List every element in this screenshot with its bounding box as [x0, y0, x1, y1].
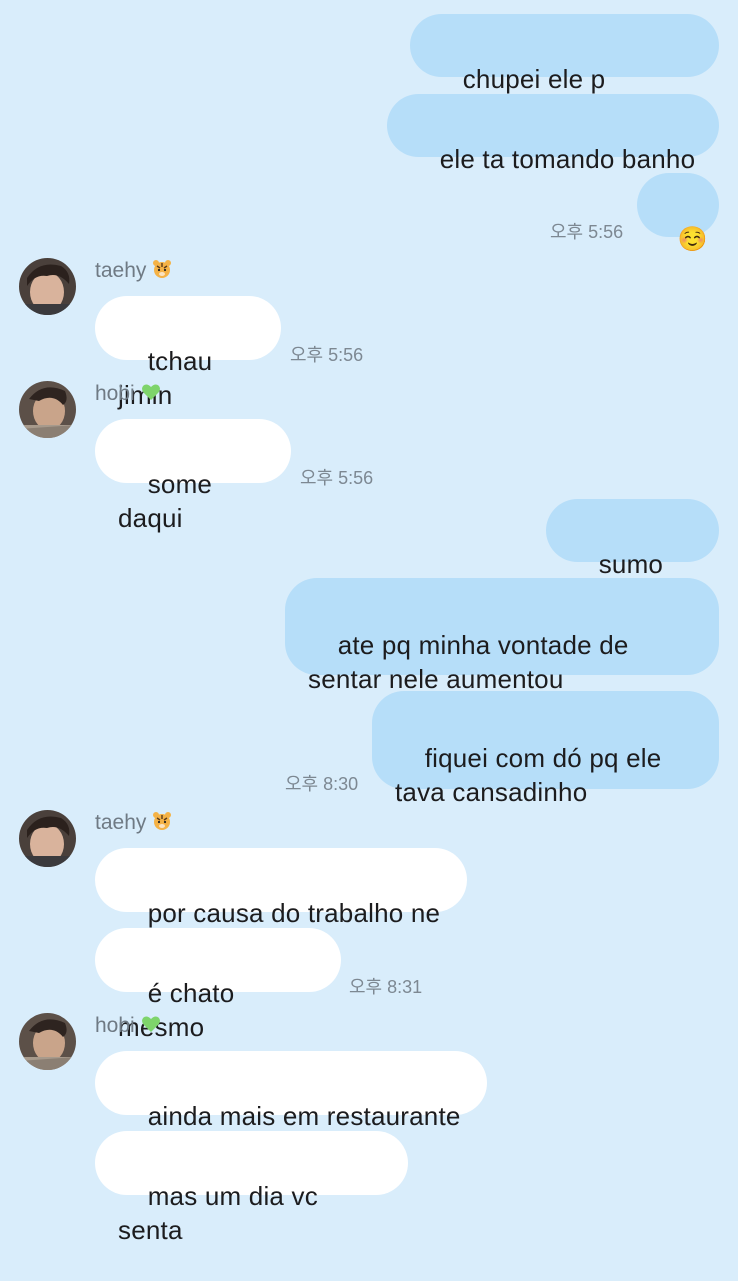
- outgoing-message[interactable]: fiquei com dó pq ele tava cansadinho: [372, 691, 719, 807]
- message-text: por causa do trabalho ne: [147, 898, 441, 928]
- sender-label: hobi: [95, 1014, 135, 1037]
- avatar-hobi[interactable]: [19, 1013, 76, 1070]
- message-text: ainda mais em restaurante: [147, 1101, 461, 1131]
- message-text: fiquei com dó pq ele tava cansadinho: [395, 743, 662, 807]
- message-text: mas um dia vc senta: [118, 1181, 326, 1245]
- incoming-message[interactable]: mas um dia vc senta: [95, 1131, 408, 1245]
- tiger-face-icon: [152, 811, 172, 837]
- message-text: ate pq minha vontade de sentar nele aume…: [308, 630, 629, 694]
- incoming-message[interactable]: por causa do trabalho ne: [95, 848, 467, 928]
- sender-label: hobi: [95, 382, 135, 405]
- incoming-message[interactable]: some daqui: [95, 419, 291, 533]
- sender-name: hobi: [95, 382, 161, 408]
- avatar-taehy[interactable]: [19, 258, 76, 315]
- outgoing-message[interactable]: ate pq minha vontade de sentar nele aume…: [285, 578, 719, 694]
- outgoing-message[interactable]: sumo nao: [546, 499, 719, 613]
- sender-label: taehy: [95, 811, 147, 834]
- message-text: ele ta tomando banho: [439, 144, 696, 174]
- message-time: 오후 5:56: [290, 345, 364, 365]
- sender-name: taehy: [95, 259, 172, 285]
- green-heart-icon: [141, 1014, 161, 1040]
- message-text: ☺️: [677, 226, 708, 253]
- message-time: 오후 8:30: [285, 774, 359, 794]
- tiger-face-icon: [152, 259, 172, 285]
- chat-view: chupei ele p caralho ele ta tomando banh…: [0, 0, 738, 1245]
- sender-name: hobi: [95, 1014, 161, 1040]
- sender-name: taehy: [95, 811, 172, 837]
- incoming-message[interactable]: tchau jimin: [95, 296, 281, 410]
- outgoing-message[interactable]: ele ta tomando banho: [387, 94, 719, 174]
- incoming-message[interactable]: ainda mais em restaurante: [95, 1051, 487, 1131]
- avatar-hobi[interactable]: [19, 381, 76, 438]
- outgoing-message[interactable]: ☺️: [637, 173, 719, 253]
- message-text: some daqui: [118, 469, 220, 533]
- message-time: 오후 8:31: [349, 977, 423, 997]
- outgoing-message[interactable]: chupei ele p caralho: [410, 14, 719, 128]
- sender-label: taehy: [95, 259, 147, 282]
- green-heart-icon: [141, 382, 161, 408]
- incoming-message[interactable]: é chato mesmo: [95, 928, 341, 1042]
- message-time: 오후 5:56: [300, 468, 374, 488]
- message-time: 오후 5:56: [550, 222, 624, 242]
- avatar-taehy[interactable]: [19, 810, 76, 867]
